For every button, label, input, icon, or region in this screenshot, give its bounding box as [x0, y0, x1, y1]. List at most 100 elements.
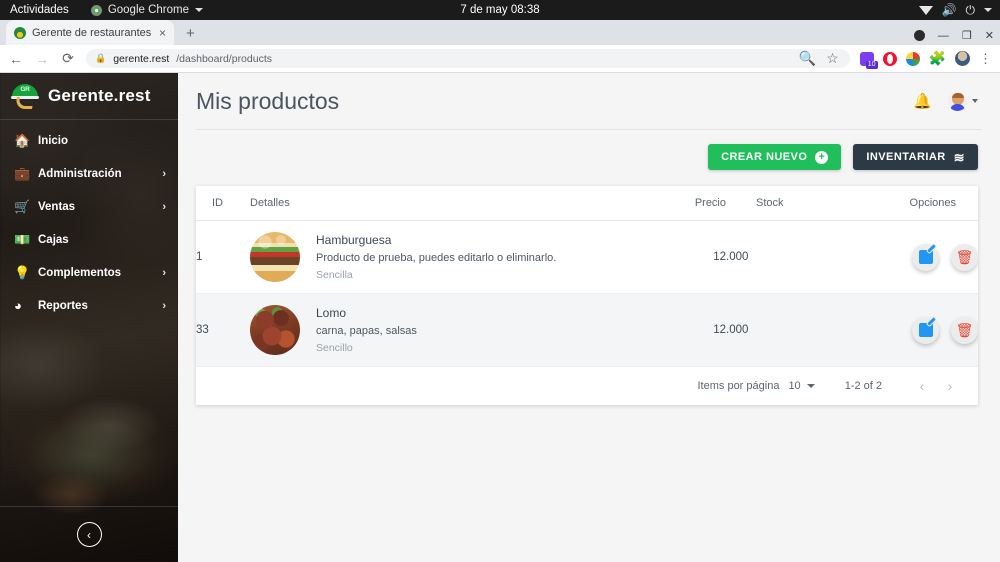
browser-tab-strip: Gerente de restaurantes × + — ❐ ✕	[0, 20, 1000, 45]
main-content: Mis productos 🔔 CREAR NUEVO + INVENTARIA…	[178, 73, 1000, 562]
edit-product-button[interactable]	[912, 316, 939, 344]
delete-product-button[interactable]: 🗑	[951, 316, 978, 344]
next-page-button[interactable]: ›	[936, 378, 964, 394]
back-button[interactable]: ←	[8, 51, 24, 67]
profile-badge-icon[interactable]	[913, 30, 925, 41]
sidebar-item-inicio[interactable]: 🏠 Inicio	[0, 124, 178, 157]
window-maximize-button[interactable]: ❐	[962, 29, 972, 42]
cell-id: 33	[196, 293, 250, 367]
lock-icon: 🔒	[95, 53, 107, 63]
sidebar-item-label: Ventas	[38, 200, 76, 213]
product-thumbnail-image	[250, 232, 300, 282]
sidebar-item-label: Reportes	[38, 299, 88, 312]
tab-close-icon[interactable]: ×	[159, 26, 166, 40]
volume-icon[interactable]: 🔊	[942, 4, 957, 16]
user-menu[interactable]	[948, 91, 978, 111]
column-header-id: ID	[196, 186, 250, 221]
browser-tab[interactable]: Gerente de restaurantes ×	[6, 20, 174, 45]
delete-product-button[interactable]: 🗑	[951, 243, 978, 271]
edit-product-button[interactable]	[912, 243, 939, 271]
items-per-page-select[interactable]: 10	[788, 380, 815, 392]
sidebar-item-label: Cajas	[38, 233, 69, 246]
sidebar-item-reportes[interactable]: ◕ Reportes ›	[0, 289, 178, 322]
tray-chevron-down-icon[interactable]	[984, 8, 992, 12]
table-header: ID Detalles Precio Stock Opciones	[196, 186, 978, 221]
column-header-options: Opciones	[838, 186, 978, 221]
table-body: 1 Hamburguesa Producto de prueba, puedes…	[196, 220, 978, 367]
inventory-label: INVENTARIAR	[866, 151, 946, 163]
column-header-details: Detalles	[250, 186, 652, 221]
extension-badge-count: 10	[865, 60, 878, 69]
activities-button[interactable]: Actividades	[10, 4, 69, 16]
inventory-button[interactable]: INVENTARIAR ≋	[853, 144, 978, 170]
sidebar-footer: ‹	[0, 506, 178, 562]
cell-price: 12.00	[652, 293, 742, 367]
sidebar-item-label: Administración	[38, 167, 122, 180]
window-controls: — ❐ ✕	[913, 29, 994, 42]
sidebar-item-administracion[interactable]: 💼 Administración ›	[0, 157, 178, 190]
toolbar-extensions: 10 🧩 ⋮	[859, 50, 992, 69]
table-row[interactable]: 1 Hamburguesa Producto de prueba, puedes…	[196, 220, 978, 294]
star-icon[interactable]: ☆	[825, 50, 841, 67]
chevron-right-icon: ›	[162, 200, 166, 213]
forward-button[interactable]: →	[34, 51, 50, 67]
product-description: carna, papas, salsas	[316, 325, 417, 337]
items-per-page-label: Items por página	[697, 380, 780, 392]
trash-icon: 🗑	[955, 249, 974, 265]
os-tray: 🔊 ⏻	[918, 0, 992, 20]
url-host: gerente.rest	[113, 52, 170, 65]
sidebar-divider	[0, 119, 178, 120]
chevron-down-icon	[195, 8, 203, 12]
extension-opera-icon[interactable]	[882, 51, 897, 66]
window-minimize-button[interactable]: —	[938, 30, 949, 42]
products-table: ID Detalles Precio Stock Opciones 1 Hamb…	[196, 186, 978, 367]
extension-badge-icon[interactable]: 10	[859, 51, 878, 69]
chevron-down-icon	[806, 384, 815, 388]
cell-id: 1	[196, 220, 250, 294]
cell-stock: 0	[742, 293, 838, 367]
page-range-label: 1-2 of 2	[844, 380, 882, 392]
chevron-right-icon: ›	[162, 266, 166, 279]
avatar	[948, 91, 967, 111]
page-title: Mis productos	[196, 87, 340, 114]
sidebar-item-cajas[interactable]: 💵 Cajas	[0, 223, 178, 256]
app-menu-chrome[interactable]: Google Chrome	[90, 4, 203, 16]
page-header: Mis productos 🔔	[178, 73, 1000, 129]
header-actions: 🔔	[913, 91, 978, 111]
previous-page-button[interactable]: ‹	[908, 378, 936, 394]
chrome-logo-icon	[90, 4, 102, 16]
create-new-button[interactable]: CREAR NUEVO +	[708, 144, 842, 170]
notifications-bell-icon[interactable]: 🔔	[913, 92, 932, 110]
piechart-icon: ◕	[14, 298, 22, 313]
search-icon[interactable]: 🔍	[799, 50, 816, 67]
products-card: ID Detalles Precio Stock Opciones 1 Hamb…	[196, 186, 978, 405]
cell-stock: 0	[742, 220, 838, 294]
power-icon[interactable]: ⏻	[966, 4, 976, 16]
cell-options: 🗑	[838, 293, 978, 367]
cell-details: Lomo carna, papas, salsas Sencillo	[250, 293, 652, 367]
sidebar: Gerente.rest 🏠 Inicio 💼 Administración ›…	[0, 73, 178, 562]
sidebar-item-complementos[interactable]: 💡 Complementos ›	[0, 256, 178, 289]
window-close-button[interactable]: ✕	[985, 29, 994, 42]
sidebar-collapse-button[interactable]: ‹	[76, 522, 102, 547]
sidebar-brand[interactable]: Gerente.rest	[0, 73, 178, 119]
os-top-bar: Actividades Google Chrome 7 de may 08:38…	[0, 0, 1000, 20]
profile-avatar-icon[interactable]	[955, 51, 970, 66]
chrome-menu-icon[interactable]: ⋮	[979, 51, 992, 67]
new-tab-button[interactable]: +	[186, 25, 195, 42]
extension-colorwheel-icon[interactable]	[905, 51, 920, 66]
table-row[interactable]: 33 Lomo carna, papas, salsas Sencillo 12…	[196, 293, 978, 367]
cash-icon: 💵	[14, 231, 31, 247]
address-bar[interactable]: 🔒 gerente.rest/dashboard/products 🔍 ☆	[86, 49, 850, 68]
chevron-down-icon	[972, 99, 978, 103]
sidebar-item-ventas[interactable]: 🛒 Ventas ›	[0, 190, 178, 223]
extensions-puzzle-icon[interactable]: 🧩	[929, 50, 946, 67]
sidebar-content: Gerente.rest 🏠 Inicio 💼 Administración ›…	[0, 73, 178, 562]
cart-icon: 🛒	[14, 198, 31, 214]
wifi-icon[interactable]	[918, 5, 933, 15]
os-clock[interactable]: 7 de may 08:38	[460, 4, 539, 16]
home-icon: 🏠	[14, 132, 31, 148]
reload-button[interactable]: ⟳	[60, 50, 76, 67]
briefcase-icon: 💼	[14, 165, 31, 181]
layers-icon: ≋	[953, 149, 965, 165]
